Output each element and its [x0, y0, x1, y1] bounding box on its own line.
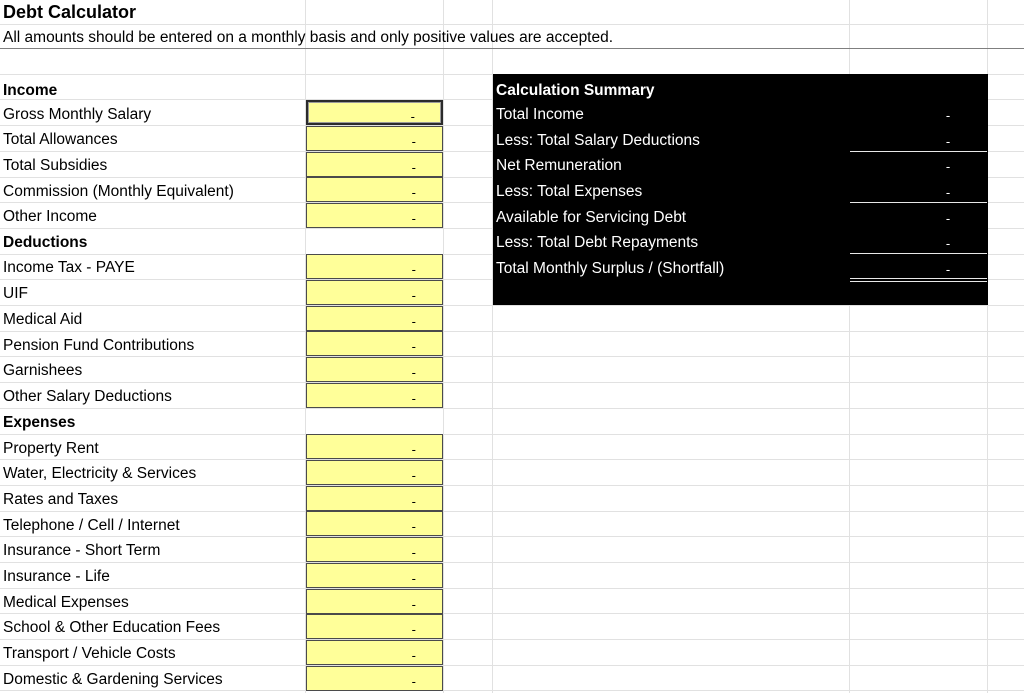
income-gross-salary-label: Gross Monthly Salary [3, 106, 152, 123]
income-allowances-label: Total Allowances [3, 131, 118, 148]
deduction-uif-input[interactable]: - [306, 280, 443, 305]
summary-subtotal-underline [850, 202, 987, 203]
deduction-uif-label: UIF [3, 285, 28, 302]
summary-net-remuneration-label: Net Remuneration [496, 157, 622, 174]
grid-row-line [0, 511, 1024, 512]
expense-education-input[interactable]: - [306, 614, 443, 639]
deduction-garnishees-label: Garnishees [3, 362, 83, 379]
grid-row-line [0, 305, 1024, 306]
deduction-medical-aid-input[interactable]: - [306, 306, 443, 331]
deduction-garnishees-input[interactable]: - [306, 357, 443, 382]
expense-insurance-short-input[interactable]: - [306, 537, 443, 562]
deduction-medical-aid-label: Medical Aid [3, 311, 83, 328]
expense-utilities-input[interactable]: - [306, 460, 443, 485]
instructions-underline [0, 48, 1024, 49]
expense-education-label: School & Other Education Fees [3, 619, 221, 636]
summary-available-debt-label: Available for Servicing Debt [496, 209, 687, 226]
deduction-paye-input[interactable]: - [306, 254, 443, 279]
summary-salary-deductions-label: Less: Total Salary Deductions [496, 132, 700, 149]
grid-row-line [0, 434, 1024, 435]
grid-row-line [0, 331, 1024, 332]
income-section-header: Income [3, 82, 58, 99]
expenses-section-header: Expenses [3, 414, 76, 431]
expense-property-rent-input[interactable]: - [306, 434, 443, 459]
summary-total-income-label: Total Income [496, 106, 584, 123]
summary-header: Calculation Summary [496, 82, 655, 99]
grid-row-line [0, 24, 1024, 25]
expense-property-rent-label: Property Rent [3, 440, 99, 457]
expense-medical-input[interactable]: - [306, 589, 443, 614]
expense-domestic-label: Domestic & Gardening Services [3, 671, 223, 688]
income-commission-input[interactable]: - [306, 177, 443, 202]
expense-transport-label: Transport / Vehicle Costs [3, 645, 176, 662]
summary-total-expenses-value: - [945, 185, 951, 200]
income-commission-label: Commission (Monthly Equivalent) [3, 183, 234, 200]
summary-net-remuneration-value: - [945, 159, 951, 174]
expense-telephone-label: Telephone / Cell / Internet [3, 517, 180, 534]
deduction-paye-label: Income Tax - PAYE [3, 259, 135, 276]
expense-transport-input[interactable]: - [306, 640, 443, 665]
sheet-title: Debt Calculator [3, 2, 137, 22]
expense-insurance-life-label: Insurance - Life [3, 568, 110, 585]
income-gross-salary-input[interactable]: - [306, 100, 443, 125]
deduction-pension-input[interactable]: - [306, 331, 443, 356]
calculation-summary-panel: Calculation Summary Total Income - Less:… [493, 74, 988, 305]
grid-row-line [0, 459, 1024, 460]
grid-row-line [0, 613, 1024, 614]
summary-subtotal-underline [850, 151, 987, 152]
spreadsheet-grid[interactable]: Debt Calculator All amounts should be en… [0, 0, 1024, 693]
expense-utilities-label: Water, Electricity & Services [3, 465, 197, 482]
deduction-other-input[interactable]: - [306, 383, 443, 408]
expense-telephone-input[interactable]: - [306, 511, 443, 536]
income-other-label: Other Income [3, 208, 97, 225]
summary-total-double-underline [850, 278, 987, 279]
expense-rates-taxes-input[interactable]: - [306, 486, 443, 511]
expense-rates-taxes-label: Rates and Taxes [3, 491, 119, 508]
summary-total-income-value: - [945, 108, 951, 123]
summary-surplus-label: Total Monthly Surplus / (Shortfall) [496, 260, 725, 277]
deduction-pension-label: Pension Fund Contributions [3, 337, 195, 354]
grid-column-line [443, 0, 444, 693]
summary-total-expenses-label: Less: Total Expenses [496, 183, 643, 200]
summary-salary-deductions-value: - [945, 134, 951, 149]
summary-debt-repayments-label: Less: Total Debt Repayments [496, 234, 699, 251]
income-subsidies-label: Total Subsidies [3, 157, 108, 174]
summary-subtotal-underline [850, 253, 987, 254]
expense-medical-label: Medical Expenses [3, 594, 129, 611]
summary-available-debt-value: - [945, 211, 951, 226]
income-subsidies-input[interactable]: - [306, 152, 443, 177]
deductions-section-header: Deductions [3, 234, 88, 251]
summary-debt-repayments-value: - [945, 236, 951, 251]
summary-total-double-underline [850, 281, 987, 282]
income-other-input[interactable]: - [306, 203, 443, 228]
income-allowances-input[interactable]: - [306, 126, 443, 151]
expense-domestic-input[interactable]: - [306, 666, 443, 691]
grid-row-line [0, 382, 1024, 383]
expense-insurance-life-input[interactable]: - [306, 563, 443, 588]
sheet-instructions: All amounts should be entered on a month… [3, 29, 614, 46]
grid-row-line [0, 588, 1024, 589]
deduction-other-label: Other Salary Deductions [3, 388, 172, 405]
expense-insurance-short-label: Insurance - Short Term [3, 542, 161, 559]
